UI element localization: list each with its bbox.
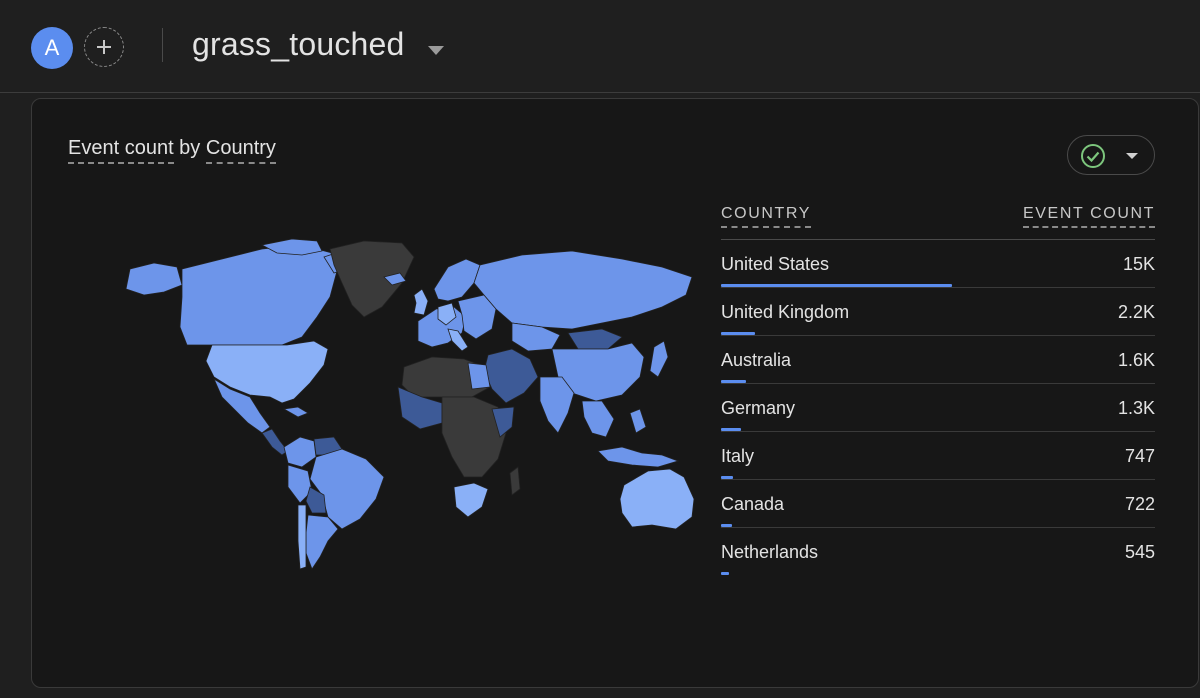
map-philippines[interactable]	[629, 408, 647, 434]
event-count-value: 1.3K	[1117, 398, 1155, 418]
map-colombia[interactable]	[283, 436, 317, 468]
map-australia[interactable]	[619, 468, 695, 530]
country-name: Australia	[721, 350, 792, 370]
map-russia[interactable]	[473, 250, 693, 330]
header-divider	[162, 28, 163, 62]
map-mongolia[interactable]	[567, 328, 623, 350]
event-count-value: 722	[1124, 494, 1155, 514]
map-canada[interactable]	[179, 244, 338, 346]
column-header-country[interactable]: COUNTRY	[721, 205, 812, 228]
property-selector[interactable]: grass_touched	[192, 26, 405, 63]
title-by-text: by	[173, 137, 206, 159]
card-options-chip[interactable]	[1067, 135, 1155, 175]
event-count-value: 2.2K	[1117, 302, 1155, 322]
country-name: Canada	[721, 494, 785, 514]
event-count-bar	[721, 332, 755, 335]
map-madagascar[interactable]	[509, 466, 521, 496]
country-name: Italy	[721, 446, 755, 466]
country-name: United States	[721, 254, 830, 274]
add-comparison-button[interactable]	[84, 27, 124, 67]
table-row[interactable]: Germany 1.3K	[721, 384, 1155, 432]
table-body: United States 15K United Kingdom 2.2K Austra…	[721, 240, 1155, 575]
card-title: Event count by Country	[68, 137, 276, 164]
map-indonesia[interactable]	[597, 446, 680, 468]
map-central-america[interactable]	[261, 428, 289, 456]
event-count-value: 545	[1124, 542, 1155, 562]
map-middle-east[interactable]	[483, 348, 539, 404]
event-count-bar	[721, 572, 729, 575]
table-row[interactable]: Canada 722	[721, 480, 1155, 528]
table-row[interactable]: Netherlands 545	[721, 528, 1155, 575]
table-row[interactable]: Italy 747	[721, 432, 1155, 480]
event-count-value: 1.6K	[1117, 350, 1155, 370]
map-alaska[interactable]	[125, 262, 183, 296]
map-caribbean[interactable]	[282, 406, 309, 418]
chevron-down-icon	[1126, 153, 1138, 159]
column-header-event-count[interactable]: EVENT COUNT	[1023, 205, 1155, 228]
map-scandinavia[interactable]	[433, 258, 481, 302]
table-row[interactable]: Australia 1.6K	[721, 336, 1155, 384]
event-count-value: 15K	[1122, 254, 1155, 274]
top-bar: A grass_touched	[0, 0, 1200, 93]
plus-icon	[97, 40, 111, 54]
country-name: Germany	[721, 398, 796, 418]
map-united-kingdom[interactable]	[413, 288, 429, 316]
account-avatar[interactable]: A	[31, 27, 73, 69]
caret-down-icon[interactable]	[428, 46, 444, 55]
event-count-bar	[721, 428, 741, 431]
country-map-card: Event count by Country COUNTRY EVENT COU…	[31, 98, 1199, 688]
event-count-bar	[721, 524, 732, 527]
map-chile[interactable]	[297, 504, 307, 570]
table-row[interactable]: United States 15K	[721, 240, 1155, 288]
table-row[interactable]: United Kingdom 2.2K	[721, 288, 1155, 336]
event-count-bar	[721, 476, 733, 479]
map-japan[interactable]	[649, 340, 669, 378]
map-argentina[interactable]	[305, 514, 339, 570]
country-name: United Kingdom	[721, 302, 850, 322]
map-egypt[interactable]	[467, 362, 491, 390]
map-south-africa[interactable]	[453, 482, 489, 518]
metric-selector[interactable]: Event count	[68, 137, 174, 164]
event-count-value: 747	[1124, 446, 1155, 466]
map-southeast-asia[interactable]	[581, 400, 615, 438]
world-map	[125, 238, 695, 570]
table-header: COUNTRY EVENT COUNT	[721, 199, 1155, 240]
event-count-bar	[721, 284, 952, 287]
avatar-letter: A	[44, 35, 60, 60]
country-table: COUNTRY EVENT COUNT United States 15K Unit…	[721, 199, 1155, 575]
event-count-bar	[721, 380, 746, 383]
check-circle-icon	[1081, 144, 1105, 168]
country-name: Netherlands	[721, 542, 819, 562]
dimension-selector[interactable]: Country	[205, 137, 276, 164]
